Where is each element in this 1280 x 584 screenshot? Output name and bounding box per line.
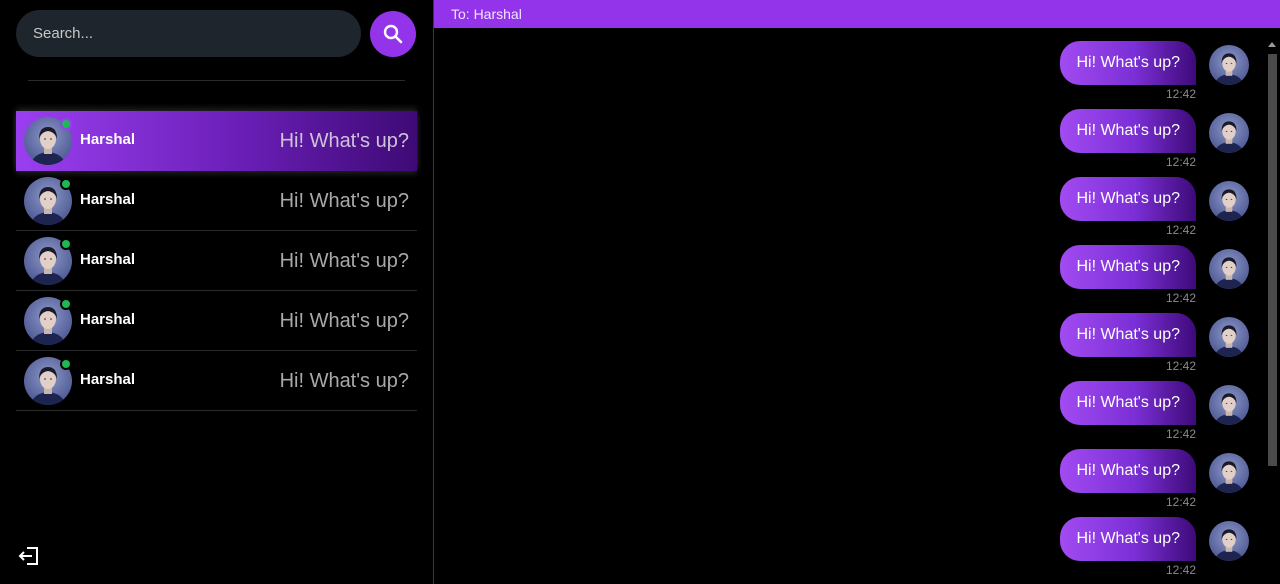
- search-button[interactable]: [370, 10, 416, 57]
- message-list: Hi! What's up? 12:42 Hi! What's up? 12:4…: [434, 28, 1266, 584]
- chat-panel: To: Harshal Hi! What's up? 12:42 Hi! Wha…: [433, 0, 1280, 584]
- conversation-name: Harshal: [80, 311, 136, 328]
- conversation-name: Harshal: [80, 191, 136, 208]
- avatar: [1209, 385, 1249, 425]
- scroll-up-arrow-icon[interactable]: [1268, 42, 1276, 47]
- message-bubble: Hi! What's up?: [1060, 517, 1196, 561]
- conversation-item[interactable]: Harshal Hi! What's up?: [16, 351, 417, 411]
- avatar: [24, 237, 72, 285]
- avatar: [24, 357, 72, 405]
- avatar: [1209, 453, 1249, 493]
- online-status-icon: [60, 298, 72, 310]
- conversation-list: Harshal Hi! What's up? Harshal Hi! What'…: [16, 111, 417, 411]
- message: Hi! What's up? 12:42: [1049, 96, 1249, 169]
- message: Hi! What's up? 12:42: [1049, 436, 1249, 509]
- avatar: [1209, 521, 1249, 561]
- conversation-preview: Hi! What's up?: [279, 130, 409, 152]
- conversation-item[interactable]: Harshal Hi! What's up?: [16, 291, 417, 351]
- message: Hi! What's up? 12:42: [1049, 368, 1249, 441]
- avatar: [1209, 317, 1249, 357]
- message: Hi! What's up? 12:42: [1049, 28, 1249, 101]
- message-bubble: Hi! What's up?: [1060, 313, 1196, 357]
- divider: [28, 80, 405, 81]
- message-bubble: Hi! What's up?: [1060, 449, 1196, 493]
- avatar: [24, 297, 72, 345]
- online-status-icon: [60, 118, 72, 130]
- message: Hi! What's up? 12:42: [1049, 232, 1249, 305]
- conversation-item[interactable]: Harshal Hi! What's up?: [16, 231, 417, 291]
- logout-icon[interactable]: [18, 546, 40, 566]
- conversation-name: Harshal: [80, 251, 136, 268]
- scrollbar-thumb[interactable]: [1268, 54, 1277, 466]
- avatar: [24, 117, 72, 165]
- online-status-icon: [60, 238, 72, 250]
- conversation-preview: Hi! What's up?: [279, 370, 409, 392]
- conversation-preview: Hi! What's up?: [279, 190, 409, 212]
- avatar: [1209, 249, 1249, 289]
- conversation-item[interactable]: Harshal Hi! What's up?: [16, 111, 417, 171]
- sidebar: Harshal Hi! What's up? Harshal Hi! What'…: [0, 0, 433, 584]
- conversation-preview: Hi! What's up?: [279, 250, 409, 272]
- chat-header: To: Harshal: [434, 0, 1280, 28]
- online-status-icon: [60, 358, 72, 370]
- avatar: [1209, 45, 1249, 85]
- conversation-item[interactable]: Harshal Hi! What's up?: [16, 171, 417, 231]
- message-bubble: Hi! What's up?: [1060, 41, 1196, 85]
- message-bubble: Hi! What's up?: [1060, 381, 1196, 425]
- conversation-name: Harshal: [80, 131, 136, 148]
- message: Hi! What's up? 12:42: [1049, 164, 1249, 237]
- online-status-icon: [60, 178, 72, 190]
- message: Hi! What's up? 12:42: [1049, 504, 1249, 577]
- message-bubble: Hi! What's up?: [1060, 177, 1196, 221]
- search-input[interactable]: [16, 10, 361, 57]
- avatar: [1209, 113, 1249, 153]
- message-time: 12:42: [1165, 563, 1196, 577]
- message-bubble: Hi! What's up?: [1060, 109, 1196, 153]
- search-icon: [383, 24, 403, 43]
- conversation-name: Harshal: [80, 371, 136, 388]
- avatar: [1209, 181, 1249, 221]
- scrollbar[interactable]: [1265, 28, 1280, 584]
- chat-recipient: To: Harshal: [451, 6, 522, 22]
- avatar: [24, 177, 72, 225]
- search-bar: [16, 10, 416, 57]
- message-bubble: Hi! What's up?: [1060, 245, 1196, 289]
- conversation-preview: Hi! What's up?: [279, 310, 409, 332]
- message: Hi! What's up? 12:42: [1049, 300, 1249, 373]
